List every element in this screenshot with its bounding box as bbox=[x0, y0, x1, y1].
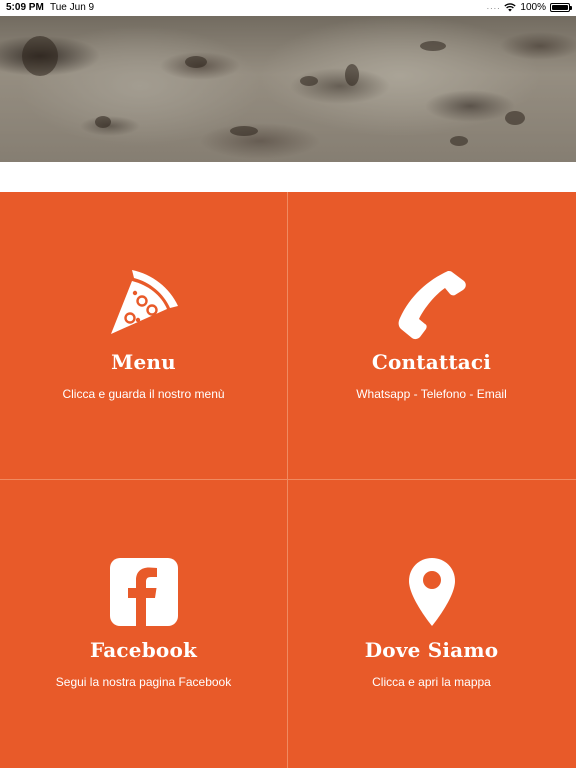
status-right: ···· 100% bbox=[486, 2, 572, 13]
status-time: 5:09 PM bbox=[6, 2, 44, 13]
status-bar: 5:09 PM Tue Jun 9 ···· 100% bbox=[0, 0, 576, 16]
tile-subtitle: Whatsapp - Telefono - Email bbox=[356, 387, 507, 401]
status-date: Tue Jun 9 bbox=[50, 2, 95, 13]
tile-menu[interactable]: Menu Clicca e guarda il nostro menù bbox=[0, 192, 287, 479]
tile-title: Dove Siamo bbox=[364, 638, 499, 662]
tile-contattaci[interactable]: Contattaci Whatsapp - Telefono - Email bbox=[288, 192, 575, 479]
facebook-icon bbox=[109, 558, 178, 626]
tile-subtitle: Clicca e apri la mappa bbox=[372, 675, 491, 689]
pizza-slice-icon bbox=[110, 270, 178, 334]
tile-dove-siamo[interactable]: Dove Siamo Clicca e apri la mappa bbox=[288, 480, 575, 767]
phone-icon bbox=[398, 271, 466, 340]
battery-icon bbox=[550, 3, 572, 12]
wifi-icon bbox=[504, 3, 517, 12]
tile-subtitle: Segui la nostra pagina Facebook bbox=[55, 675, 232, 689]
signal-dots-icon: ···· bbox=[486, 2, 501, 13]
map-pin-icon bbox=[408, 558, 455, 626]
tile-title: Contattaci bbox=[371, 350, 492, 374]
tile-title: Facebook bbox=[89, 638, 198, 662]
tile-facebook[interactable]: Facebook Segui la nostra pagina Facebook bbox=[0, 480, 287, 767]
menu-grid: Menu Clicca e guarda il nostro menù Cont… bbox=[0, 192, 576, 768]
tile-title: Menu bbox=[111, 350, 176, 374]
battery-percent: 100% bbox=[520, 2, 546, 13]
tile-subtitle: Clicca e guarda il nostro menù bbox=[62, 387, 225, 401]
header-food-photo bbox=[0, 16, 576, 162]
